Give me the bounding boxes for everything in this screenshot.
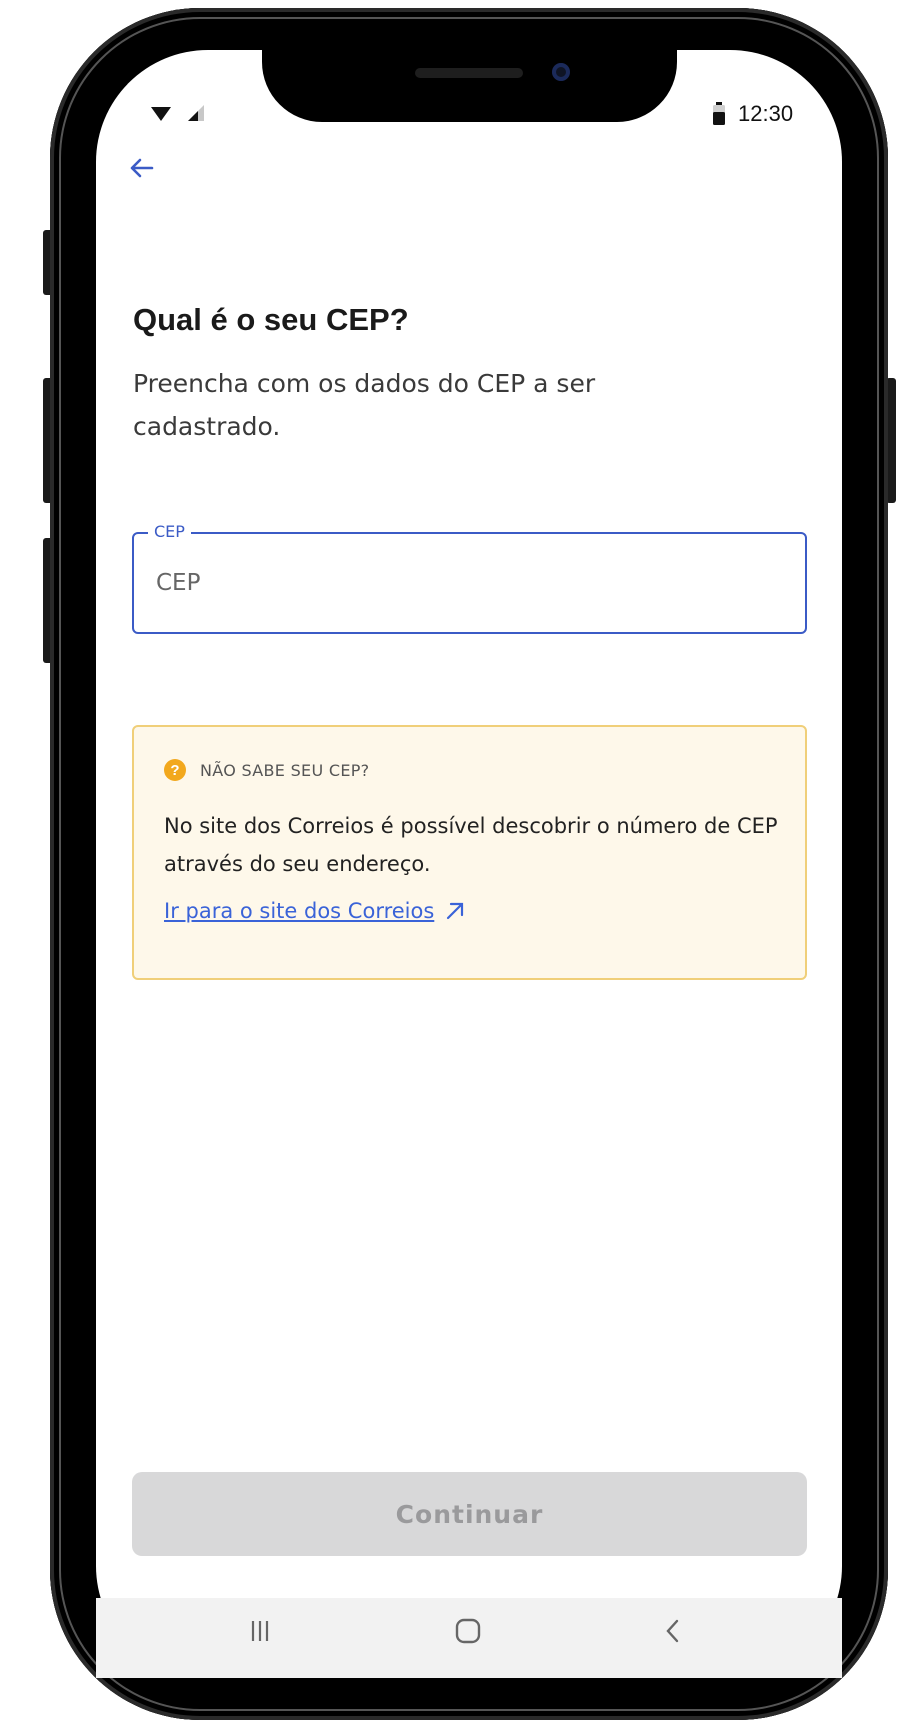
cep-input[interactable]	[156, 560, 776, 606]
front-camera	[552, 63, 570, 81]
cep-field[interactable]: CEP	[132, 521, 807, 634]
arrow-left-icon[interactable]	[124, 150, 160, 186]
external-link-icon[interactable]	[444, 900, 466, 922]
cep-field-label: CEP	[148, 521, 191, 543]
cep-help-header: ? NÃO SABE SEU CEP?	[164, 759, 369, 781]
back-icon[interactable]	[662, 1616, 684, 1646]
page-subtitle: Preencha com os dados do CEP a ser cadas…	[133, 369, 596, 441]
cep-help-text: No site dos Correios é possível descobri…	[164, 814, 778, 876]
continue-button[interactable]: Continuar	[132, 1472, 807, 1556]
status-time: 12:30	[738, 101, 794, 126]
correios-site-link[interactable]: Ir para o site dos Correios	[164, 899, 466, 923]
wifi-icon	[151, 107, 171, 121]
cep-help-card: ? NÃO SABE SEU CEP? No site dos Correios…	[132, 725, 807, 980]
recents-icon[interactable]	[248, 1618, 272, 1644]
status-bar-right: 12:30	[712, 101, 793, 127]
speaker-grille	[415, 68, 523, 78]
phone-notch	[262, 50, 677, 122]
cep-help-title: NÃO SABE SEU CEP?	[200, 760, 370, 780]
question-icon: ?	[164, 759, 186, 781]
status-bar-left	[150, 104, 206, 122]
signal-icon	[188, 105, 204, 121]
page-title: Qual é o seu CEP?	[133, 302, 409, 337]
battery-icon	[713, 102, 725, 125]
home-icon[interactable]	[455, 1618, 481, 1644]
correios-link-label[interactable]: Ir para o site dos Correios	[164, 899, 434, 923]
